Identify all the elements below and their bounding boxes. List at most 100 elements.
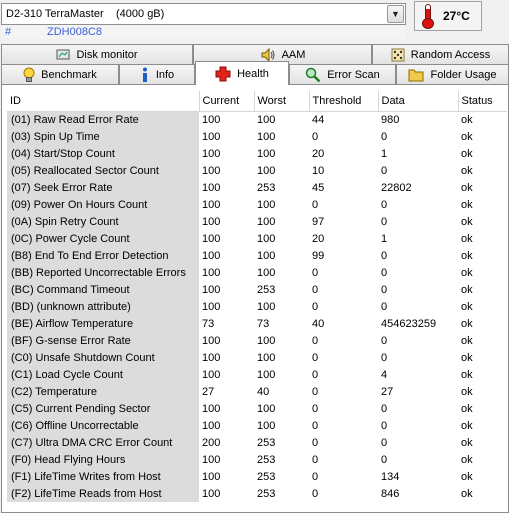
table-row[interactable]: (05) Reallocated Sector Count 100 100 10 0 ok: [7, 162, 507, 179]
tab-info[interactable]: Info: [119, 64, 195, 84]
disk-monitor-icon: [56, 48, 70, 62]
table-row[interactable]: (09) Power On Hours Count 100 100 0 0 ok: [7, 196, 507, 213]
threshold-value: 0: [312, 419, 319, 432]
attribute-id: (0A) Spin Retry Count: [7, 213, 199, 230]
attribute-id: (C7) Ultra DMA CRC Error Count: [7, 434, 199, 451]
table-row[interactable]: (C0) Unsafe Shutdown Count 100 100 0 0 ok: [7, 349, 507, 366]
table-row[interactable]: (04) Start/Stop Count 100 100 20 1 ok: [7, 145, 507, 162]
drive-select[interactable]: D2-310 TerraMaster (4000 gB) ▼: [1, 3, 406, 25]
table-row[interactable]: (BE) Airflow Temperature 73 73 40 454623259 o…: [7, 315, 507, 332]
worst-value: 253: [257, 487, 276, 500]
current-value: 100: [202, 487, 221, 500]
drive-capacity: (4000 gB): [116, 8, 165, 20]
attribute-id: (F2) LifeTime Reads from Host: [7, 485, 199, 502]
raw-data: 0: [381, 283, 388, 296]
tab-label: Benchmark: [41, 68, 97, 81]
tab-benchmark[interactable]: Benchmark: [1, 64, 119, 84]
threshold-value: 0: [312, 470, 319, 483]
column-header-worst[interactable]: Worst: [254, 91, 310, 112]
raw-data: 0: [381, 215, 388, 228]
table-row[interactable]: (C2) Temperature 27 40 0 27 ok: [7, 383, 507, 400]
attribute-id: (04) Start/Stop Count: [7, 145, 199, 162]
tab-label: Health: [237, 67, 269, 80]
raw-data: 0: [381, 164, 388, 177]
table-row[interactable]: (01) Raw Read Error Rate 100 100 44 980 ok: [7, 111, 507, 128]
status: ok: [461, 385, 473, 398]
threshold-value: 0: [312, 351, 319, 364]
attribute-id: (F0) Head Flying Hours: [7, 451, 199, 468]
table-row[interactable]: (07) Seek Error Rate 100 253 45 22802 ok: [7, 179, 507, 196]
threshold-value: 0: [312, 130, 319, 143]
table-header: ID Current Worst Threshold Data Status: [7, 91, 507, 112]
table-row[interactable]: (BB) Reported Uncorrectable Errors 100 100…: [7, 264, 507, 281]
status: ok: [461, 283, 473, 296]
raw-data: 1: [381, 147, 388, 160]
threshold-value: 0: [312, 266, 319, 279]
table-row[interactable]: (C5) Current Pending Sector 100 100 0 0 ok: [7, 400, 507, 417]
table-row[interactable]: (B8) End To End Error Detection 100 100 99 0…: [7, 247, 507, 264]
health-cross-icon: [215, 66, 231, 82]
current-value: 100: [202, 113, 221, 126]
lightbulb-icon: [23, 67, 35, 83]
tab-label: Folder Usage: [430, 68, 497, 81]
speaker-icon: [260, 47, 276, 62]
tab-error-scan[interactable]: Error Scan: [289, 64, 396, 84]
worst-value: 100: [257, 266, 276, 279]
table-row[interactable]: (C7) Ultra DMA CRC Error Count 200 253 0 0 ok: [7, 434, 507, 451]
table-row[interactable]: (0A) Spin Retry Count 100 100 97 0 ok: [7, 213, 507, 230]
table-row[interactable]: (F0) Head Flying Hours 100 253 0 0 ok: [7, 451, 507, 468]
attribute-id: (01) Raw Read Error Rate: [7, 111, 199, 128]
column-header-data[interactable]: Data: [378, 91, 459, 112]
threshold-value: 0: [312, 402, 319, 415]
current-value: 100: [202, 334, 221, 347]
serial-number: ZDH008C8: [47, 26, 103, 38]
table-row[interactable]: (BD) (unknown attribute) 100 100 0 0 ok: [7, 298, 507, 315]
attribute-id: (03) Spin Up Time: [7, 128, 199, 145]
raw-data: 0: [381, 266, 388, 279]
worst-value: 100: [257, 419, 276, 432]
table-row[interactable]: (03) Spin Up Time 100 100 0 0 ok: [7, 128, 507, 145]
attribute-id: (C6) Offline Uncorrectable: [7, 417, 199, 434]
smart-attributes-table: ID Current Worst Threshold Data Status (…: [7, 91, 507, 502]
table-row[interactable]: (F1) LifeTime Writes from Host 100 253 0 134…: [7, 468, 507, 485]
current-value: 100: [202, 283, 221, 296]
threshold-value: 0: [312, 368, 319, 381]
table-row[interactable]: (BC) Command Timeout 100 253 0 0 ok: [7, 281, 507, 298]
table-row[interactable]: (C1) Load Cycle Count 100 100 0 4 ok: [7, 366, 507, 383]
status: ok: [461, 113, 473, 126]
threshold-value: 0: [312, 385, 319, 398]
current-value: 100: [202, 198, 221, 211]
worst-value: 100: [257, 249, 276, 262]
column-header-id[interactable]: ID: [7, 91, 200, 112]
status: ok: [461, 351, 473, 364]
raw-data: 846: [381, 487, 400, 500]
column-header-threshold[interactable]: Threshold: [309, 91, 379, 112]
table-row[interactable]: (F2) LifeTime Reads from Host 100 253 0 846 o…: [7, 485, 507, 502]
column-header-current[interactable]: Current: [199, 91, 255, 112]
tab-disk-monitor[interactable]: Disk monitor: [1, 44, 193, 64]
status: ok: [461, 317, 473, 330]
status: ok: [461, 487, 473, 500]
threshold-value: 0: [312, 300, 319, 313]
table-row[interactable]: (BF) G-sense Error Rate 100 100 0 0 ok: [7, 332, 507, 349]
worst-value: 73: [257, 317, 270, 330]
threshold-value: 40: [312, 317, 325, 330]
threshold-value: 45: [312, 181, 325, 194]
tab-folder-usage[interactable]: Folder Usage: [396, 64, 509, 84]
threshold-value: 0: [312, 198, 319, 211]
folder-icon: [408, 68, 424, 82]
dropdown-arrow-icon[interactable]: ▼: [387, 5, 404, 23]
status: ok: [461, 249, 473, 262]
tab-health[interactable]: Health: [195, 61, 289, 85]
current-value: 100: [202, 351, 221, 364]
table-row[interactable]: (C6) Offline Uncorrectable 100 100 0 0 ok: [7, 417, 507, 434]
threshold-value: 0: [312, 334, 319, 347]
status: ok: [461, 215, 473, 228]
random-access-icon: [391, 48, 405, 62]
table-row[interactable]: (0C) Power Cycle Count 100 100 20 1 ok: [7, 230, 507, 247]
status: ok: [461, 419, 473, 432]
column-header-status[interactable]: Status: [458, 91, 507, 112]
tab-random-access[interactable]: Random Access: [372, 44, 509, 64]
current-value: 100: [202, 419, 221, 432]
threshold-value: 10: [312, 164, 325, 177]
